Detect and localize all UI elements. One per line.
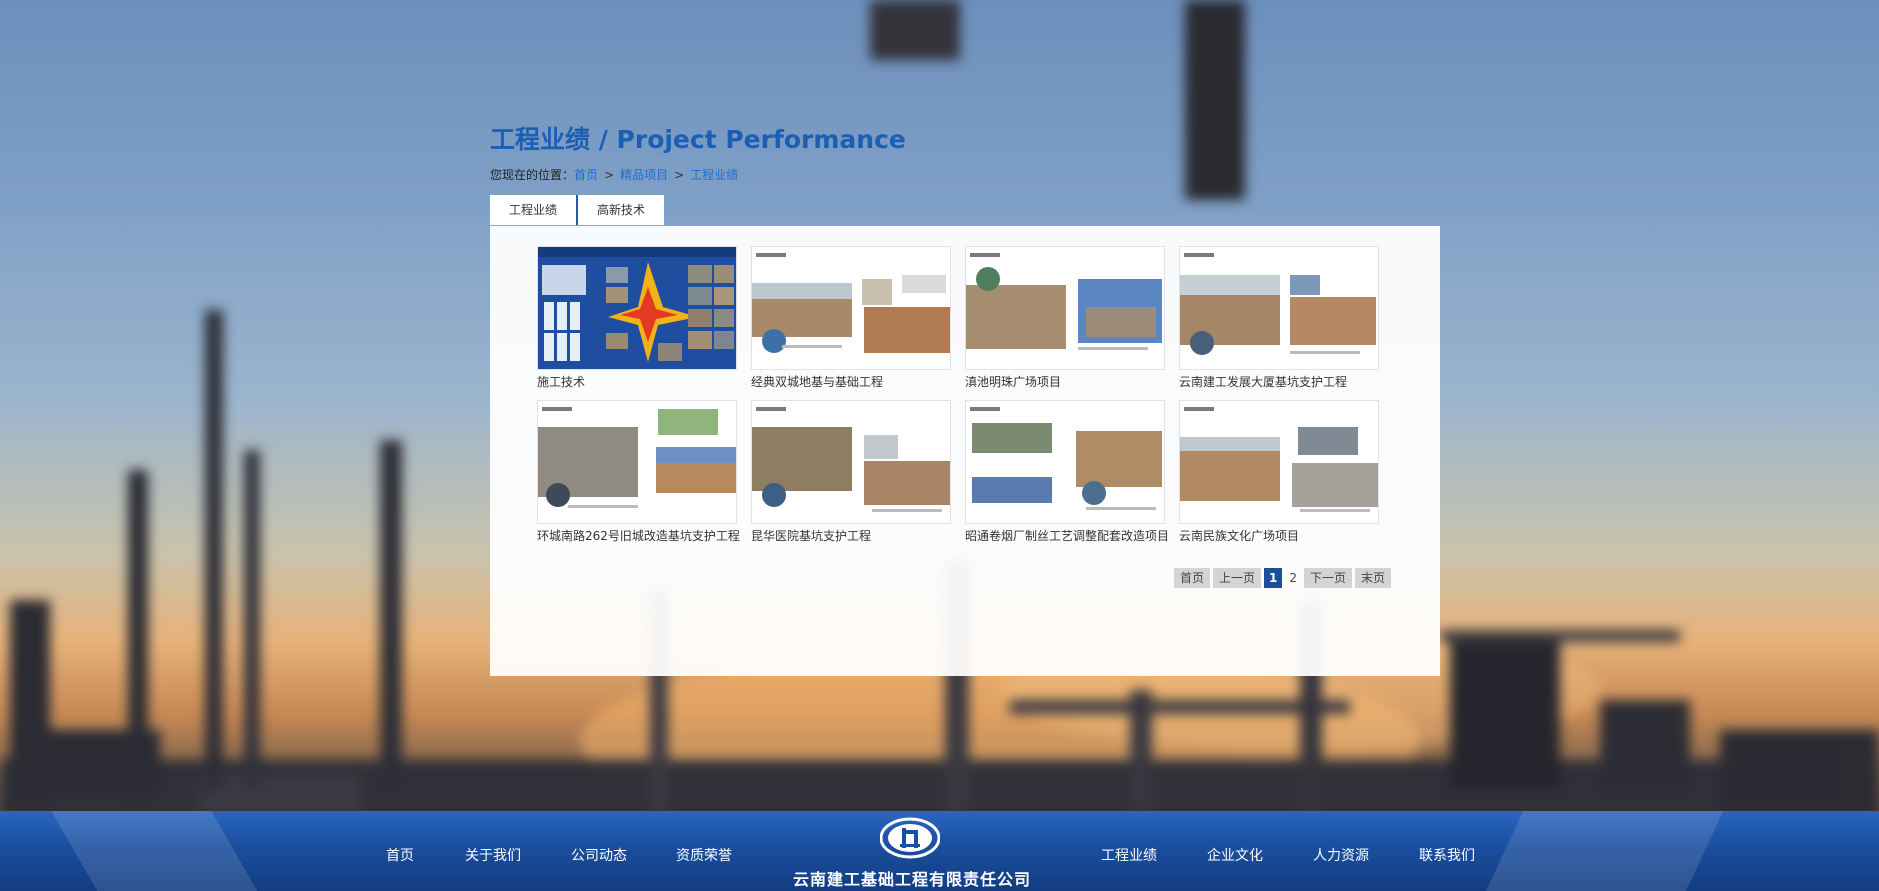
project-card[interactable]: 云南建工发展大厦基坑支护工程 (1179, 246, 1379, 390)
footer-nav-home[interactable]: 首页 (386, 845, 414, 865)
footer-nav-bar: 首页 关于我们 公司动态 资质荣誉 云南建工基础工程有限责任公司 工程业绩 企业… (0, 811, 1879, 891)
footer-decoration (1472, 811, 1728, 891)
project-thumbnail[interactable] (965, 246, 1165, 370)
project-thumbnail[interactable] (751, 246, 951, 370)
brochure-image (1180, 401, 1378, 523)
project-card[interactable]: 环城南路262号旧城改造基坑支护工程 (537, 400, 740, 544)
content-panel: 施工技术 经典双城地基与基础工程 滇池明珠广场项目 云南建工发展大厦基坑支护工程… (490, 226, 1440, 676)
breadcrumb-featured-link[interactable]: 精品项目 (620, 168, 668, 182)
project-caption[interactable]: 经典双城地基与基础工程 (751, 374, 951, 390)
brochure-image (538, 247, 736, 369)
page-number[interactable]: 2 (1285, 568, 1301, 588)
project-thumbnail[interactable] (1179, 246, 1379, 370)
footer-nav-contact[interactable]: 联系我们 (1419, 845, 1475, 865)
last-page-button[interactable]: 末页 (1355, 568, 1392, 588)
project-thumbnail[interactable] (965, 400, 1165, 524)
brochure-image (538, 401, 736, 523)
project-caption[interactable]: 云南建工发展大厦基坑支护工程 (1179, 374, 1379, 390)
breadcrumb-prefix: 您现在的位置： (490, 168, 575, 182)
project-caption[interactable]: 云南民族文化广场项目 (1179, 528, 1379, 544)
pagination: 首页 上一页 1 2 下一页 末页 (1174, 568, 1392, 588)
breadcrumb-separator: > (604, 168, 615, 182)
page-background: 工程业绩 / Project Performance 您现在的位置：首页 > 精品项… (0, 0, 1879, 891)
tab-project-performance[interactable]: 工程业绩 (490, 195, 579, 225)
tab-high-tech[interactable]: 高新技术 (578, 195, 665, 225)
footer-nav-honors[interactable]: 资质荣誉 (676, 845, 732, 865)
footer-decoration (39, 811, 281, 891)
footer-nav-hr[interactable]: 人力资源 (1313, 845, 1369, 865)
brochure-image (752, 401, 950, 523)
project-thumbnail[interactable] (751, 400, 951, 524)
company-logo-icon (879, 817, 941, 859)
project-card[interactable]: 云南民族文化广场项目 (1179, 400, 1379, 544)
page-title: 工程业绩 / Project Performance (490, 125, 906, 154)
project-card[interactable]: 施工技术 (537, 246, 737, 390)
project-caption[interactable]: 滇池明珠广场项目 (965, 374, 1165, 390)
project-caption[interactable]: 昭通卷烟厂制丝工艺调整配套改造项目 (965, 528, 1169, 544)
project-caption[interactable]: 环城南路262号旧城改造基坑支护工程 (537, 528, 740, 544)
footer-nav-projects[interactable]: 工程业绩 (1101, 845, 1157, 865)
project-card[interactable]: 滇池明珠广场项目 (965, 246, 1165, 390)
project-thumbnail[interactable] (537, 400, 737, 524)
company-name: 云南建工基础工程有限责任公司 (793, 870, 1032, 889)
breadcrumb-separator: > (674, 168, 685, 182)
brochure-image (752, 247, 950, 369)
project-card[interactable]: 昭通卷烟厂制丝工艺调整配套改造项目 (965, 400, 1169, 544)
brochure-image (966, 247, 1164, 369)
company-logo[interactable] (879, 816, 941, 860)
project-caption[interactable]: 施工技术 (537, 374, 737, 390)
project-thumbnail[interactable] (537, 246, 737, 370)
project-thumbnail[interactable] (1179, 400, 1379, 524)
page-number-current[interactable]: 1 (1264, 568, 1283, 588)
project-grid: 施工技术 经典双城地基与基础工程 滇池明珠广场项目 云南建工发展大厦基坑支护工程… (537, 246, 1379, 544)
first-page-button[interactable]: 首页 (1174, 568, 1211, 588)
breadcrumb-current-link[interactable]: 工程业绩 (690, 168, 738, 182)
footer-nav-about[interactable]: 关于我们 (465, 845, 521, 865)
project-card[interactable]: 经典双城地基与基础工程 (751, 246, 951, 390)
breadcrumb-home-link[interactable]: 首页 (574, 168, 598, 182)
footer-nav-news[interactable]: 公司动态 (571, 845, 627, 865)
project-card[interactable]: 昆华医院基坑支护工程 (751, 400, 951, 544)
brochure-image (966, 401, 1164, 523)
project-caption[interactable]: 昆华医院基坑支护工程 (751, 528, 951, 544)
next-page-button[interactable]: 下一页 (1304, 568, 1353, 588)
prev-page-button[interactable]: 上一页 (1213, 568, 1262, 588)
footer-nav-culture[interactable]: 企业文化 (1207, 845, 1263, 865)
brochure-image (1180, 247, 1378, 369)
breadcrumb: 您现在的位置：首页 > 精品项目 > 工程业绩 (490, 166, 738, 183)
category-tabs: 工程业绩 高新技术 (490, 195, 665, 225)
